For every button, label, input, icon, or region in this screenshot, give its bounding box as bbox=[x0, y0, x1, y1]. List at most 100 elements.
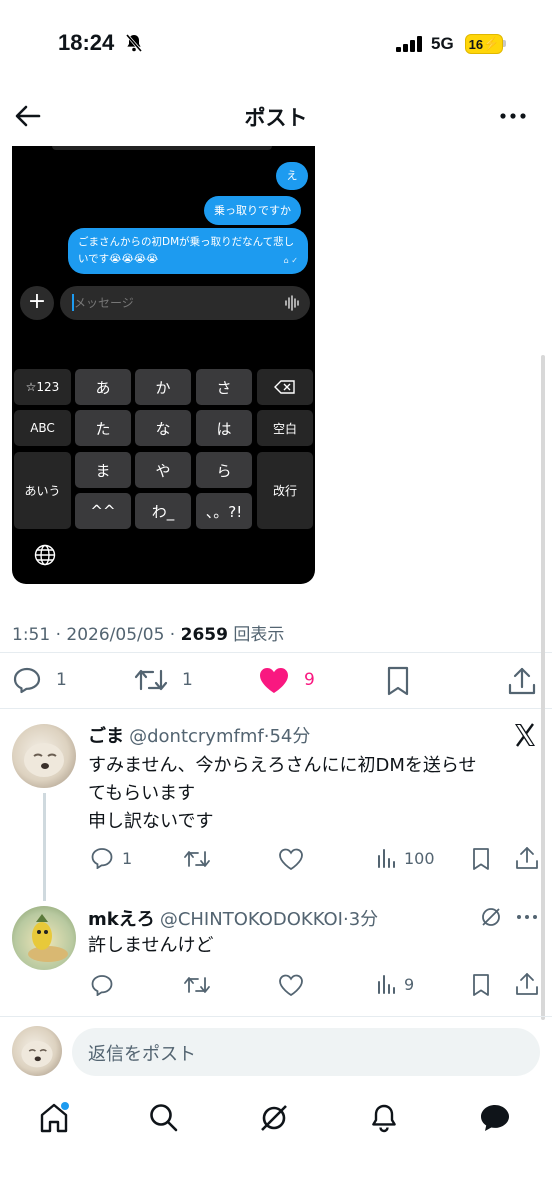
media-top-edge bbox=[52, 146, 272, 150]
battery-level: 16 ⚡ bbox=[465, 34, 503, 54]
key[interactable]: ABC bbox=[14, 410, 71, 446]
search-icon bbox=[150, 1104, 178, 1132]
views-button[interactable]: 9 bbox=[376, 973, 414, 995]
tab-notifications[interactable] bbox=[368, 1102, 400, 1138]
bell-icon bbox=[372, 1104, 396, 1133]
view-count: 2659 bbox=[180, 625, 228, 645]
key[interactable]: 、。?! bbox=[196, 493, 252, 529]
tab-grok[interactable] bbox=[258, 1102, 290, 1138]
key[interactable]: か bbox=[135, 369, 191, 405]
my-avatar bbox=[12, 1026, 62, 1076]
reply-author-name[interactable]: mkえろ bbox=[88, 909, 155, 930]
key[interactable]: ま bbox=[75, 452, 131, 488]
post-action-bar: 1 1 9 bbox=[0, 662, 552, 698]
reply-placeholder: 返信をポスト bbox=[88, 1044, 196, 1065]
reply-author-handle[interactable]: @dontcrymfmf bbox=[129, 726, 264, 747]
scrollbar[interactable] bbox=[541, 355, 545, 1020]
more-icon[interactable] bbox=[515, 912, 539, 922]
reply-comment-button[interactable]: 1 bbox=[90, 847, 132, 869]
character-avatar-image bbox=[28, 914, 68, 962]
key[interactable]: な bbox=[135, 410, 191, 446]
key[interactable]: わ_ bbox=[135, 493, 191, 529]
reply-author-name[interactable]: ごま bbox=[88, 726, 124, 747]
share-icon[interactable] bbox=[515, 846, 539, 870]
post-time: 1:51 bbox=[12, 625, 51, 645]
grok-icon[interactable] bbox=[480, 906, 502, 928]
reply-icon bbox=[91, 848, 113, 869]
repost-button[interactable]: 1 bbox=[134, 666, 193, 694]
heart-icon[interactable] bbox=[278, 848, 304, 870]
reply-button[interactable]: 1 bbox=[12, 666, 67, 694]
key[interactable]: あ bbox=[75, 369, 131, 405]
reply-time: 3分 bbox=[348, 909, 379, 930]
more-icon[interactable] bbox=[498, 104, 528, 128]
status-time: 18:24 bbox=[58, 30, 115, 55]
key[interactable]: あいう bbox=[14, 452, 71, 529]
reply-icon bbox=[13, 667, 41, 694]
tab-messages[interactable] bbox=[478, 1102, 512, 1138]
reply-text-line: すみません、今からえろさんにに初DMを送らせ bbox=[88, 755, 477, 776]
reply-text-line: 申し訳ないです bbox=[88, 811, 214, 832]
key[interactable]: は bbox=[196, 410, 252, 446]
heart-icon[interactable] bbox=[278, 974, 304, 996]
message-input[interactable]: メッセージ bbox=[60, 286, 310, 320]
delete-key[interactable] bbox=[257, 369, 313, 405]
views-chart-icon bbox=[378, 849, 395, 868]
like-button[interactable]: 9 bbox=[258, 666, 315, 694]
share-icon[interactable] bbox=[515, 972, 539, 996]
bookmark-icon[interactable] bbox=[470, 973, 492, 997]
battery-tip bbox=[503, 40, 506, 47]
avatar[interactable] bbox=[12, 724, 76, 788]
read-receipt-icon: ⌂ ✓ bbox=[283, 256, 298, 265]
like-count: 9 bbox=[304, 670, 315, 690]
voice-wave-icon[interactable] bbox=[284, 295, 300, 311]
reply-input[interactable]: 返信をポスト bbox=[72, 1028, 540, 1076]
key[interactable]: た bbox=[75, 410, 131, 446]
key[interactable]: 空白 bbox=[257, 410, 313, 446]
key[interactable]: ^^ bbox=[75, 493, 131, 529]
divider bbox=[0, 708, 552, 709]
reply-composer: 返信をポスト bbox=[0, 1018, 552, 1088]
tab-search[interactable] bbox=[148, 1102, 180, 1138]
delete-icon bbox=[274, 380, 295, 394]
plus-icon[interactable]: + bbox=[20, 286, 54, 320]
reply-header: ごま @dontcrymfmf·54分 bbox=[88, 726, 311, 747]
key[interactable]: さ bbox=[196, 369, 252, 405]
chat-bubble: 乗っ取りですか bbox=[204, 196, 301, 225]
key[interactable]: 改行 bbox=[257, 452, 313, 529]
repost-icon[interactable] bbox=[183, 848, 211, 870]
bottom-tab-bar bbox=[0, 1090, 552, 1150]
bookmark-icon[interactable] bbox=[384, 666, 412, 696]
grok-icon bbox=[261, 1105, 287, 1131]
post-media-image[interactable]: え 乗っ取りですか ごまさんからの初DMが乗っ取りだなんて悲しいです😭😭😭😭 ⌂… bbox=[12, 146, 315, 584]
chat-icon bbox=[481, 1105, 509, 1131]
thread-line bbox=[43, 793, 46, 901]
globe-icon[interactable] bbox=[34, 544, 56, 566]
x-logo-icon[interactable] bbox=[512, 722, 538, 748]
reply-count: 1 bbox=[122, 848, 133, 868]
avatar[interactable] bbox=[12, 906, 76, 970]
reply-author-handle[interactable]: @CHINTOKODOKKOI bbox=[160, 909, 343, 930]
dog-avatar-image bbox=[24, 743, 64, 777]
key[interactable]: や bbox=[135, 452, 191, 488]
views-button[interactable]: 100 bbox=[376, 847, 435, 869]
reply-text: 許しませんけど bbox=[88, 932, 213, 960]
post-meta: 1:51 · 2026/05/05 · 2659 回表示 bbox=[12, 625, 285, 645]
tab-home[interactable] bbox=[38, 1102, 72, 1138]
key[interactable]: ☆123 bbox=[14, 369, 71, 405]
reply-text-line: 許しませんけど bbox=[88, 935, 214, 956]
repost-icon[interactable] bbox=[183, 974, 211, 996]
key[interactable]: ら bbox=[196, 452, 252, 488]
heart-filled-icon bbox=[260, 668, 288, 693]
divider bbox=[0, 652, 552, 653]
reply-header: mkえろ @CHINTOKODOKKOI·3分 bbox=[88, 909, 379, 930]
divider bbox=[0, 1016, 552, 1017]
reply-count: 1 bbox=[56, 670, 67, 690]
repost-icon bbox=[134, 669, 168, 691]
bookmark-icon[interactable] bbox=[470, 847, 492, 871]
views-count: 9 bbox=[404, 974, 415, 994]
page-title: ポスト bbox=[244, 106, 308, 130]
share-icon[interactable] bbox=[507, 666, 537, 696]
reply-icon[interactable] bbox=[90, 974, 114, 996]
chat-bubble: え bbox=[276, 162, 308, 190]
